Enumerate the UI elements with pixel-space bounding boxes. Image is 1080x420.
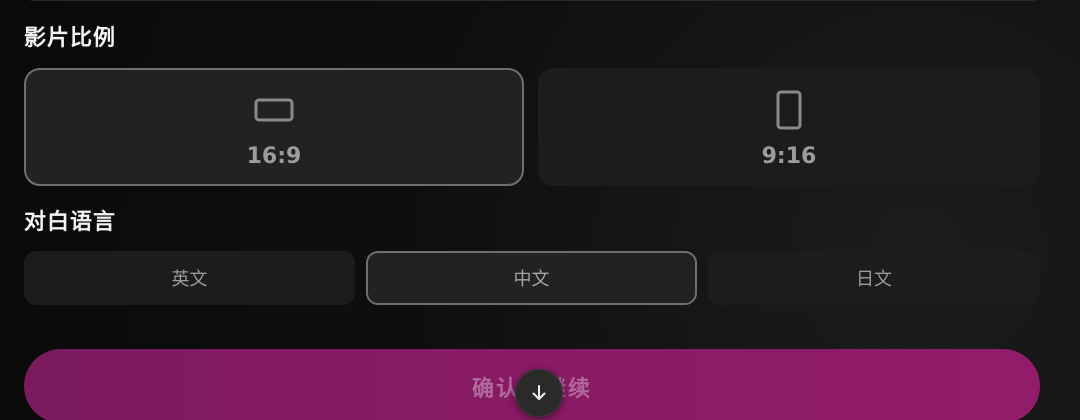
aspect-ratio-title: 影片比例 (24, 26, 117, 51)
aspect-ratio-16-9-option[interactable]: 16:9 (24, 68, 524, 186)
aspect-ratio-9-16-label: 9:16 (761, 144, 817, 169)
portrait-phone-icon (776, 90, 802, 130)
settings-panel: 影片比例 16:9 9:16 对白语言 英文 中文 日文 确认并继续 (0, 0, 1080, 420)
language-option-chinese[interactable]: 中文 (366, 251, 697, 305)
language-option-english[interactable]: 英文 (24, 251, 355, 305)
previous-section-edge (24, 0, 1042, 1)
landscape-rectangle-icon (254, 90, 294, 130)
scroll-down-button[interactable] (515, 369, 563, 417)
aspect-ratio-9-16-option[interactable]: 9:16 (538, 68, 1040, 186)
arrow-down-icon (532, 385, 546, 400)
dialogue-language-title: 对白语言 (24, 210, 117, 235)
aspect-ratio-16-9-label: 16:9 (246, 144, 302, 169)
language-option-japanese[interactable]: 日文 (708, 251, 1040, 305)
